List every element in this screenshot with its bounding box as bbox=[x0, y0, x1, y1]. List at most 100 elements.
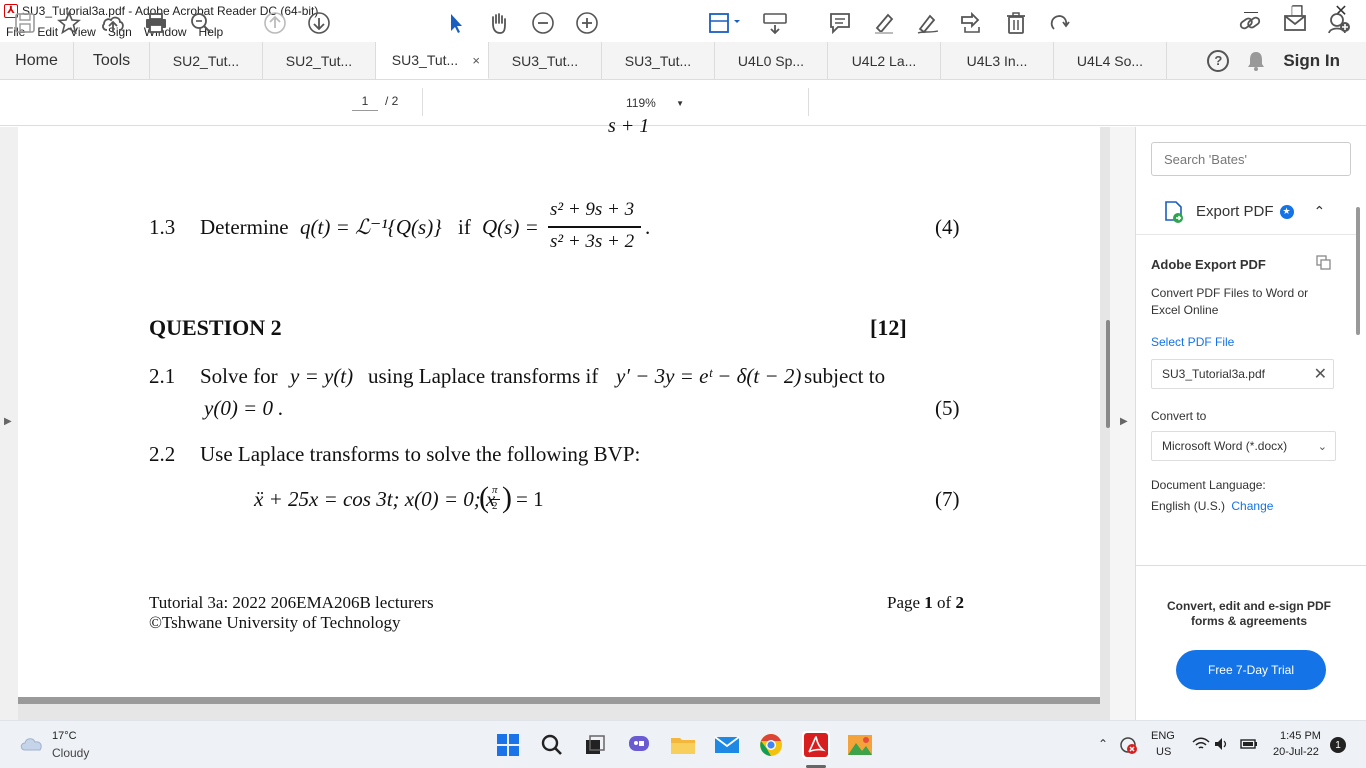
wifi-icon[interactable] bbox=[1192, 737, 1210, 756]
clock-date[interactable]: 20-Jul-22 bbox=[1273, 746, 1319, 758]
tab-document[interactable]: U4L0 Sp... bbox=[715, 42, 828, 79]
weather-temp: 17°C bbox=[52, 730, 77, 742]
rotate-icon[interactable] bbox=[1047, 10, 1073, 36]
hand-tool-icon[interactable] bbox=[486, 10, 512, 36]
mail-app-icon[interactable] bbox=[713, 731, 741, 759]
share-link-icon[interactable] bbox=[1238, 10, 1264, 36]
q21-text3: subject to bbox=[804, 364, 886, 388]
bell-icon[interactable] bbox=[1247, 51, 1265, 71]
convert-to-select[interactable]: Microsoft Word (*.docx) ⌄ bbox=[1151, 431, 1336, 461]
q21-eq2: y′ − 3y = eᵗ − δ(t − 2) bbox=[616, 364, 802, 388]
pane-divider bbox=[1136, 565, 1366, 566]
draw-sign-icon[interactable] bbox=[915, 10, 941, 36]
tab-home[interactable]: Home bbox=[0, 42, 74, 79]
tab-bar-right: ? Sign In bbox=[1167, 42, 1366, 79]
page-number-input[interactable]: 1 bbox=[352, 94, 378, 111]
cloud-weather-icon[interactable] bbox=[18, 734, 46, 757]
copy-icon[interactable] bbox=[1316, 255, 1332, 274]
collapse-right-arrow-icon[interactable]: ▶ bbox=[1120, 416, 1128, 427]
next-page-icon[interactable] bbox=[306, 10, 332, 36]
notification-badge[interactable]: 1 bbox=[1330, 737, 1346, 753]
convert-to-label: Convert to bbox=[1151, 409, 1207, 423]
q22-text: Use Laplace transforms to solve the foll… bbox=[200, 442, 641, 466]
language-2[interactable]: US bbox=[1156, 746, 1171, 758]
photos-app-icon[interactable] bbox=[846, 731, 874, 759]
pane-scrollbar[interactable] bbox=[1356, 207, 1360, 335]
windows-start-icon[interactable] bbox=[494, 731, 522, 759]
help-icon[interactable]: ? bbox=[1207, 49, 1230, 72]
tab-document[interactable]: SU2_Tut... bbox=[263, 42, 376, 79]
q13-text: Determine bbox=[200, 215, 289, 239]
chevron-up-icon[interactable]: ⌃ bbox=[1314, 203, 1326, 220]
export-description: Convert PDF Files to Word or Excel Onlin… bbox=[1151, 286, 1309, 317]
tab-label: U4L0 Sp... bbox=[737, 52, 805, 69]
upload-cloud-icon[interactable] bbox=[100, 10, 126, 36]
pdf-page: s + 1 1.3 Determine q(t) = ℒ⁻¹{Q(s)} if … bbox=[18, 115, 1100, 697]
select-cursor-icon[interactable] bbox=[442, 10, 468, 36]
tab-label: U4L4 So... bbox=[1076, 52, 1144, 69]
chevron-up-icon[interactable]: ⌃ bbox=[1098, 737, 1108, 751]
acrobat-taskbar-icon[interactable] bbox=[802, 731, 830, 759]
tab-document[interactable]: U4L3 In... bbox=[941, 42, 1054, 79]
page-of: of bbox=[937, 593, 952, 612]
tab-label: SU3_Tut... bbox=[391, 52, 459, 68]
question2-heading: QUESTION 2 bbox=[149, 315, 282, 340]
expand-left-arrow-icon[interactable]: ▶ bbox=[4, 416, 12, 427]
zoom-out-icon[interactable] bbox=[530, 10, 556, 36]
add-user-icon[interactable] bbox=[1326, 10, 1352, 36]
task-view-icon[interactable] bbox=[581, 731, 609, 759]
tab-document[interactable]: SU3_Tut... bbox=[489, 42, 602, 79]
chat-icon[interactable] bbox=[625, 731, 653, 759]
star-icon[interactable] bbox=[56, 10, 82, 36]
trash-icon[interactable] bbox=[1003, 10, 1029, 36]
tab-label: SU2_Tut... bbox=[172, 52, 240, 69]
free-trial-button[interactable]: Free 7-Day Trial bbox=[1176, 650, 1326, 690]
file-explorer-icon[interactable] bbox=[669, 731, 697, 759]
tab-label: U4L3 In... bbox=[966, 52, 1028, 69]
q22-paren-num: π bbox=[492, 484, 498, 496]
chrome-icon[interactable] bbox=[757, 731, 785, 759]
battery-icon[interactable] bbox=[1238, 737, 1258, 756]
print-icon[interactable] bbox=[143, 10, 169, 36]
highlight-pen-icon[interactable] bbox=[871, 10, 897, 36]
tab-document-active[interactable]: SU3_Tut... × bbox=[376, 42, 489, 79]
speaker-icon[interactable] bbox=[1214, 737, 1230, 756]
q13-end: . bbox=[645, 215, 651, 239]
q13-if: if bbox=[458, 215, 471, 239]
sign-in-button[interactable]: Sign In bbox=[1283, 51, 1340, 71]
zoom-in-icon[interactable] bbox=[574, 10, 600, 36]
close-tab-icon[interactable]: × bbox=[472, 53, 480, 68]
footer-line1: Tutorial 3a: 2022 206EMA206B lecturers bbox=[149, 593, 434, 612]
clock-time[interactable]: 1:45 PM bbox=[1280, 730, 1321, 742]
comment-icon[interactable] bbox=[827, 10, 853, 36]
mail-icon[interactable] bbox=[1282, 10, 1308, 36]
q22-paren-den: 2 bbox=[492, 500, 498, 512]
tab-bar: Home Tools SU2_Tut... SU2_Tut... SU3_Tut… bbox=[0, 42, 1366, 80]
previous-page-icon[interactable] bbox=[262, 10, 288, 36]
zoom-search-icon[interactable] bbox=[188, 10, 214, 36]
q21-number: 2.1 bbox=[149, 364, 176, 388]
edit-stamp-icon[interactable] bbox=[959, 10, 985, 36]
page-bottom-edge bbox=[18, 697, 1100, 704]
close-icon[interactable]: ✕ bbox=[1314, 364, 1327, 384]
select-pdf-link[interactable]: Select PDF File bbox=[1151, 335, 1234, 349]
q13-number: 1.3 bbox=[149, 215, 176, 239]
zoom-select[interactable]: 119% ▼ bbox=[620, 92, 690, 114]
keyboard-icon[interactable] bbox=[762, 10, 788, 36]
tab-document[interactable]: U4L2 La... bbox=[828, 42, 941, 79]
language-1[interactable]: ENG bbox=[1151, 730, 1175, 742]
export-pdf-header[interactable]: Export PDF ★ ⌃ bbox=[1136, 189, 1356, 235]
page-display-icon[interactable] bbox=[706, 10, 744, 36]
selected-file-name: SU3_Tutorial3a.pdf bbox=[1162, 367, 1265, 381]
search-icon[interactable] bbox=[538, 731, 566, 759]
save-icon[interactable] bbox=[12, 10, 38, 36]
tab-label: SU2_Tut... bbox=[285, 52, 353, 69]
tab-document[interactable]: U4L4 So... bbox=[1054, 42, 1167, 79]
page-total: / 2 bbox=[385, 94, 399, 108]
security-alert-icon[interactable] bbox=[1118, 735, 1138, 760]
tab-tools[interactable]: Tools bbox=[74, 42, 150, 79]
change-language-link[interactable]: Change bbox=[1231, 499, 1273, 513]
tab-document[interactable]: SU2_Tut... bbox=[150, 42, 263, 79]
search-input[interactable]: Search 'Bates' bbox=[1151, 142, 1351, 176]
tab-document[interactable]: SU3_Tut... bbox=[602, 42, 715, 79]
